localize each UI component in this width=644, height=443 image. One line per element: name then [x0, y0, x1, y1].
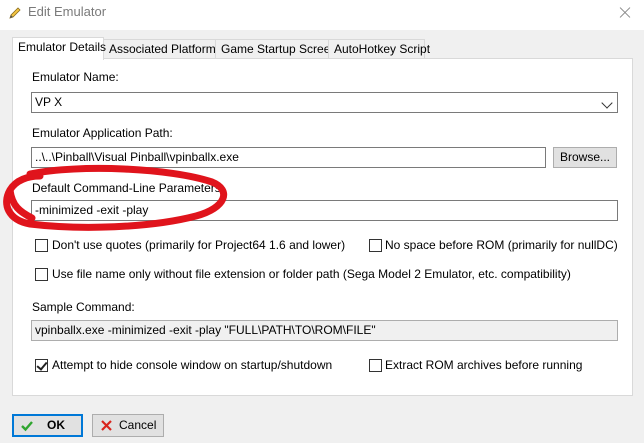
extract-rom-label: Extract ROM archives before running: [385, 358, 583, 372]
tab-associated-platforms[interactable]: Associated Platforms: [103, 39, 222, 58]
extract-rom-checkbox[interactable]: [369, 359, 382, 372]
hide-console-label: Attempt to hide console window on startu…: [52, 358, 333, 372]
no-space-checkbox[interactable]: [369, 239, 382, 252]
app-path-label: Emulator Application Path:: [32, 126, 173, 140]
window-title: Edit Emulator: [28, 4, 107, 19]
no-space-label: No space before ROM (primarily for nullD…: [385, 238, 618, 252]
browse-button[interactable]: Browse...: [553, 147, 617, 168]
cancel-x-icon: [101, 420, 112, 431]
emulator-name-select[interactable]: VP X: [31, 92, 618, 113]
ok-label: OK: [47, 418, 65, 432]
pencil-icon: [9, 7, 21, 19]
checkmark-icon: [21, 421, 33, 432]
sample-command-label: Sample Command:: [32, 300, 135, 314]
cancel-button[interactable]: Cancel: [92, 414, 164, 437]
ok-button[interactable]: OK: [12, 414, 83, 437]
hide-console-checkbox[interactable]: [35, 359, 48, 372]
sample-command-field: vpinballx.exe -minimized -exit -play "FU…: [31, 320, 618, 341]
emulator-name-label: Emulator Name:: [32, 70, 119, 84]
close-icon[interactable]: [604, 0, 644, 26]
emulator-name-value: VP X: [35, 95, 63, 109]
file-name-only-label: Use file name only without file extensio…: [52, 267, 571, 281]
chevron-down-icon: [601, 97, 613, 109]
file-name-only-checkbox[interactable]: [35, 268, 48, 281]
red-scribble-annotation: [3, 164, 227, 231]
tab-emulator-details[interactable]: Emulator Details: [12, 37, 106, 60]
tab-game-startup-screen[interactable]: Game Startup Screen: [215, 39, 337, 58]
cancel-label: Cancel: [119, 418, 157, 432]
title-bar: Edit Emulator: [0, 0, 644, 30]
tab-autohotkey-script[interactable]: AutoHotkey Script: [328, 39, 430, 58]
